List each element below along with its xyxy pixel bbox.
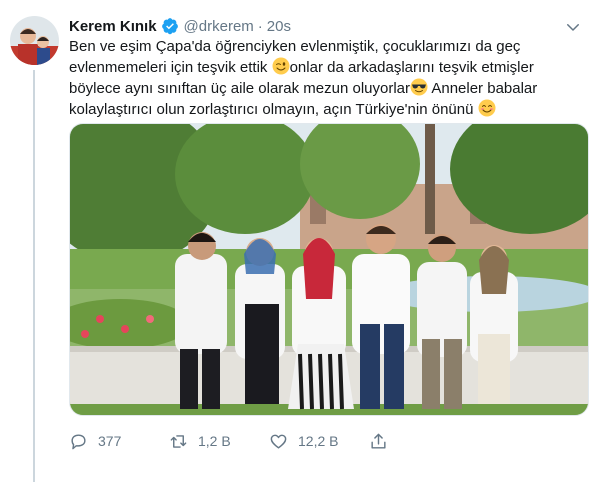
tweet-text-line: Anneler babalar: [428, 80, 538, 97]
retweet-icon: [170, 434, 187, 448]
tweet-text-line: onlar da arkadaşlarını teşvik etmişler: [289, 59, 534, 76]
tweet-text-line: Ben ve eşim Çapa'da öğrenciyken evlenmiş…: [69, 38, 521, 55]
thread-line: [33, 70, 35, 482]
avatar[interactable]: [10, 16, 59, 65]
tweet-text-line: böylece aynı sınıftan üç aile olarak mez…: [69, 80, 411, 97]
verified-badge-icon: [161, 17, 179, 35]
tweet-photo[interactable]: [69, 123, 589, 416]
winking-face-emoji-icon: [272, 57, 290, 75]
separator-dot: ·: [257, 17, 263, 35]
handle[interactable]: @drkerem: [184, 18, 254, 35]
reply-button[interactable]: 377: [69, 432, 169, 451]
tweet-text-line: kolaylaştırıcı olun zorlaştırıcı olmayın…: [69, 101, 478, 118]
reply-count: 377: [98, 433, 122, 449]
display-name[interactable]: Kerem Kınık: [69, 18, 157, 35]
retweet-count: 1,2 B: [198, 433, 231, 449]
tweet-text-line: evlenmemeleri için teşvik ettik: [69, 59, 272, 76]
share-icon: [371, 433, 386, 449]
tweet-header: Kerem Kınık @drkerem · 20s: [69, 16, 588, 36]
like-count: 12,2 B: [298, 433, 339, 449]
heart-icon: [270, 434, 287, 449]
reply-icon: [71, 433, 86, 449]
share-button[interactable]: [369, 432, 409, 451]
photo-image: [70, 124, 588, 415]
tweet-text: Ben ve eşim Çapa'da öğrenciyken evlenmiş…: [69, 37, 574, 120]
like-button[interactable]: 12,2 B: [269, 432, 369, 451]
tweet-actions: 377 1,2 B 12,2 B: [69, 430, 509, 452]
chevron-down-icon[interactable]: [564, 18, 582, 36]
timestamp[interactable]: 20s: [267, 18, 291, 35]
sunglasses-face-emoji-icon: [410, 78, 428, 96]
retweet-button[interactable]: 1,2 B: [169, 432, 269, 451]
smiling-face-emoji-icon: [478, 99, 496, 117]
